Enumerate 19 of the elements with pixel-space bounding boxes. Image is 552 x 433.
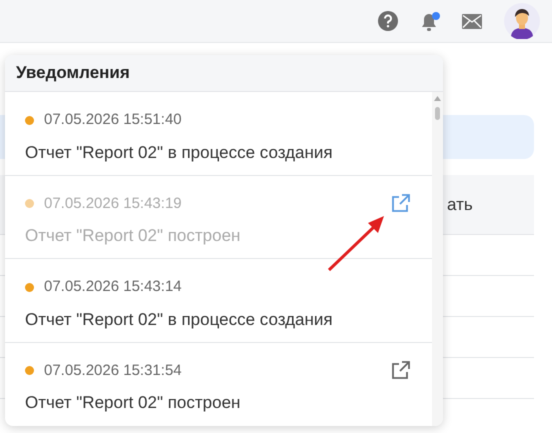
notification-time: 07.05.2026 15:31:54	[44, 360, 182, 380]
notification-time: 07.05.2026 15:43:19	[44, 194, 182, 214]
help-icon[interactable]	[378, 11, 398, 31]
notification-message: Отчет "Report 02" в процессе создания	[25, 308, 334, 330]
scroll-thumb[interactable]	[435, 107, 440, 120]
column-header: ать	[447, 194, 473, 216]
notification-time: 07.05.2026 15:43:14	[44, 277, 182, 297]
notification-message: Отчет "Report 02" построен	[25, 392, 242, 414]
mail-icon[interactable]	[462, 14, 482, 28]
external-link-icon[interactable]	[391, 194, 410, 214]
notification-message: Отчет "Report 02" в процессе создания	[25, 142, 334, 164]
bell-icon[interactable]	[420, 10, 440, 32]
scrollbar[interactable]	[432, 92, 443, 426]
avatar[interactable]	[504, 3, 540, 39]
notification-time: 07.05.2026 15:51:40	[44, 110, 182, 130]
scroll-up-icon[interactable]	[434, 96, 441, 101]
panel-title: Уведомления	[16, 62, 130, 84]
external-link-icon[interactable]	[391, 361, 410, 380]
notification-message: Отчет "Report 02" построен	[25, 225, 242, 247]
